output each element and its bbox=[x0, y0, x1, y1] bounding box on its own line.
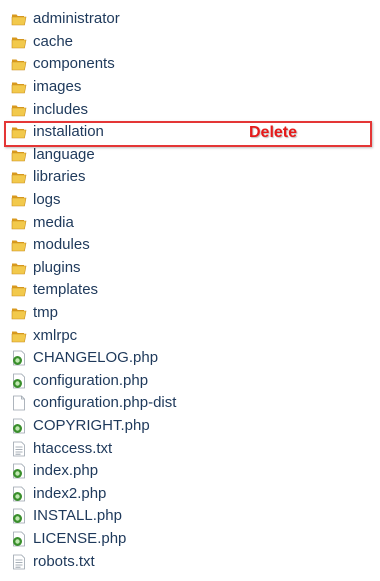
item-label: includes bbox=[33, 100, 89, 118]
item-label: templates bbox=[33, 281, 99, 299]
item-label: logs bbox=[33, 191, 61, 209]
list-item[interactable]: cache bbox=[11, 31, 176, 54]
list-item[interactable]: media bbox=[11, 211, 176, 234]
list-item[interactable]: CHANGELOG.php bbox=[11, 347, 176, 370]
folder-icon bbox=[11, 218, 27, 229]
php-file-icon bbox=[13, 531, 25, 547]
item-label: robots.txt bbox=[33, 552, 95, 570]
php-file-icon bbox=[13, 418, 25, 434]
list-item[interactable]: images bbox=[11, 76, 176, 99]
item-label: xmlrpc bbox=[33, 326, 78, 344]
item-label: administrator bbox=[33, 10, 120, 28]
php-file-icon bbox=[13, 373, 25, 389]
folder-icon bbox=[11, 308, 27, 320]
item-label: LICENSE.php bbox=[33, 529, 127, 547]
folder-icon bbox=[11, 172, 27, 184]
list-item[interactable]: components bbox=[11, 53, 176, 76]
item-label: libraries bbox=[33, 168, 86, 186]
list-item[interactable]: LICENSE.php bbox=[11, 528, 176, 551]
text-file-icon bbox=[13, 441, 25, 456]
folder-icon bbox=[11, 37, 27, 49]
folder-icon bbox=[11, 331, 27, 342]
folder-icon bbox=[11, 195, 27, 207]
text-file-icon bbox=[13, 554, 25, 569]
list-item[interactable]: COPYRIGHT.php bbox=[11, 415, 176, 438]
folder-icon bbox=[11, 14, 27, 26]
item-label: modules bbox=[33, 236, 90, 254]
item-label: CHANGELOG.php bbox=[33, 349, 159, 367]
list-item[interactable]: configuration.php bbox=[11, 370, 176, 393]
folder-icon bbox=[11, 82, 27, 94]
item-label: plugins bbox=[33, 258, 81, 276]
folder-icon bbox=[11, 59, 27, 71]
item-label: index2.php bbox=[33, 484, 107, 502]
list-item[interactable]: robots.txt bbox=[11, 550, 176, 573]
list-item[interactable]: tmp bbox=[11, 302, 176, 325]
list-item[interactable]: administrator bbox=[11, 8, 176, 31]
list-item[interactable]: htaccess.txt bbox=[11, 437, 176, 460]
folder-icon bbox=[11, 105, 27, 116]
list-item[interactable]: index.php bbox=[11, 460, 176, 483]
list-item[interactable]: modules bbox=[11, 234, 176, 257]
list-item[interactable]: xmlrpc bbox=[11, 324, 176, 347]
item-label: images bbox=[33, 78, 82, 96]
list-item[interactable]: includes bbox=[11, 98, 176, 121]
php-file-icon bbox=[13, 508, 25, 524]
php-file-icon bbox=[13, 463, 25, 479]
folder-icon bbox=[11, 240, 27, 252]
folder-icon bbox=[11, 263, 27, 275]
item-label: INSTALL.php bbox=[33, 507, 122, 525]
file-list: administrator cache components images in… bbox=[11, 8, 176, 573]
item-label: components bbox=[33, 55, 115, 73]
list-item[interactable]: INSTALL.php bbox=[11, 505, 176, 528]
item-label: configuration.php-dist bbox=[33, 394, 177, 412]
item-label: language bbox=[33, 145, 95, 163]
list-item[interactable]: templates bbox=[11, 279, 176, 302]
folder-icon bbox=[11, 150, 27, 162]
list-item[interactable]: configuration.php-dist bbox=[11, 392, 176, 415]
list-item[interactable]: index2.php bbox=[11, 482, 176, 505]
item-label: configuration.php bbox=[33, 371, 149, 389]
item-label: tmp bbox=[33, 304, 59, 322]
list-item[interactable]: plugins bbox=[11, 257, 176, 280]
folder-icon bbox=[11, 285, 27, 297]
item-label: index.php bbox=[33, 462, 99, 480]
delete-annotation: Delete bbox=[249, 124, 298, 141]
item-label: cache bbox=[33, 32, 74, 50]
blank-file-icon bbox=[13, 395, 25, 411]
item-label: COPYRIGHT.php bbox=[33, 416, 150, 434]
item-label: htaccess.txt bbox=[33, 439, 113, 457]
php-file-icon bbox=[13, 486, 25, 502]
item-label: media bbox=[33, 213, 74, 231]
list-item[interactable]: libraries bbox=[11, 166, 176, 189]
php-file-icon bbox=[13, 350, 25, 366]
list-item[interactable]: logs bbox=[11, 189, 176, 212]
installation-highlight-box bbox=[4, 121, 372, 147]
